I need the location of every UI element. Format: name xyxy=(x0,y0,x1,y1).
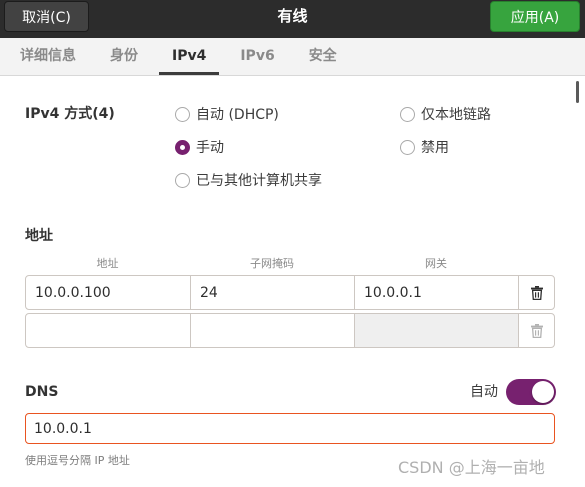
address-row xyxy=(25,275,555,310)
address-column-headers: 地址 子网掩码 网关 xyxy=(25,257,518,271)
radio-shared[interactable]: 已与其他计算机共享 xyxy=(175,170,322,190)
delete-row-button[interactable] xyxy=(518,313,555,348)
trash-icon xyxy=(530,285,543,300)
apply-button[interactable]: 应用(A) xyxy=(490,1,580,32)
address-input[interactable] xyxy=(25,313,191,348)
switch-knob xyxy=(532,381,554,403)
gateway-input[interactable] xyxy=(354,275,519,310)
dns-auto-switch[interactable] xyxy=(506,379,556,405)
tab-security[interactable]: 安全 xyxy=(296,38,350,75)
tab-bar: 详细信息 身份 IPv4 IPv6 安全 xyxy=(0,38,585,76)
radio-link-local[interactable]: 仅本地链路 xyxy=(400,104,491,124)
tab-identity[interactable]: 身份 xyxy=(97,38,151,75)
radio-label: 禁用 xyxy=(421,140,449,156)
address-row xyxy=(25,313,555,348)
radio-label: 手动 xyxy=(196,140,224,156)
radio-indicator xyxy=(400,106,415,122)
column-header-netmask: 子网掩码 xyxy=(250,257,294,270)
tab-ipv6[interactable]: IPv6 xyxy=(227,38,287,75)
gateway-input[interactable] xyxy=(354,313,519,348)
header-bar: 取消(C) 有线 应用(A) xyxy=(0,0,585,38)
radio-indicator xyxy=(175,139,190,155)
address-input[interactable] xyxy=(25,275,191,310)
addresses-heading: 地址 xyxy=(25,228,53,244)
radio-manual[interactable]: 手动 xyxy=(175,137,224,157)
dns-servers-input[interactable] xyxy=(25,413,555,444)
dns-auto-label: 自动 xyxy=(470,384,498,400)
tab-ipv4[interactable]: IPv4 xyxy=(159,38,219,75)
radio-indicator xyxy=(400,139,415,155)
radio-auto-dhcp[interactable]: 自动 (DHCP) xyxy=(175,104,279,124)
radio-disabled[interactable]: 禁用 xyxy=(400,137,449,157)
dns-hint: 使用逗号分隔 IP 地址 xyxy=(25,454,130,467)
scrollbar-thumb[interactable] xyxy=(576,81,579,103)
radio-indicator xyxy=(175,172,190,188)
watermark: CSDN @上海一亩地 xyxy=(398,458,545,477)
trash-icon xyxy=(530,323,543,338)
radio-indicator xyxy=(175,106,190,122)
radio-label: 已与其他计算机共享 xyxy=(196,173,322,189)
netmask-input[interactable] xyxy=(190,313,355,348)
netmask-input[interactable] xyxy=(190,275,355,310)
radio-label: 仅本地链路 xyxy=(421,107,491,123)
ipv4-method-label: IPv4 方式(4) xyxy=(25,106,115,122)
tab-details[interactable]: 详细信息 xyxy=(7,38,89,75)
radio-label: 自动 (DHCP) xyxy=(196,107,279,123)
column-header-gateway: 网关 xyxy=(425,257,447,270)
column-header-address: 地址 xyxy=(96,257,119,270)
dns-label: DNS xyxy=(25,384,59,400)
delete-row-button[interactable] xyxy=(518,275,555,310)
cancel-button[interactable]: 取消(C) xyxy=(4,1,89,32)
